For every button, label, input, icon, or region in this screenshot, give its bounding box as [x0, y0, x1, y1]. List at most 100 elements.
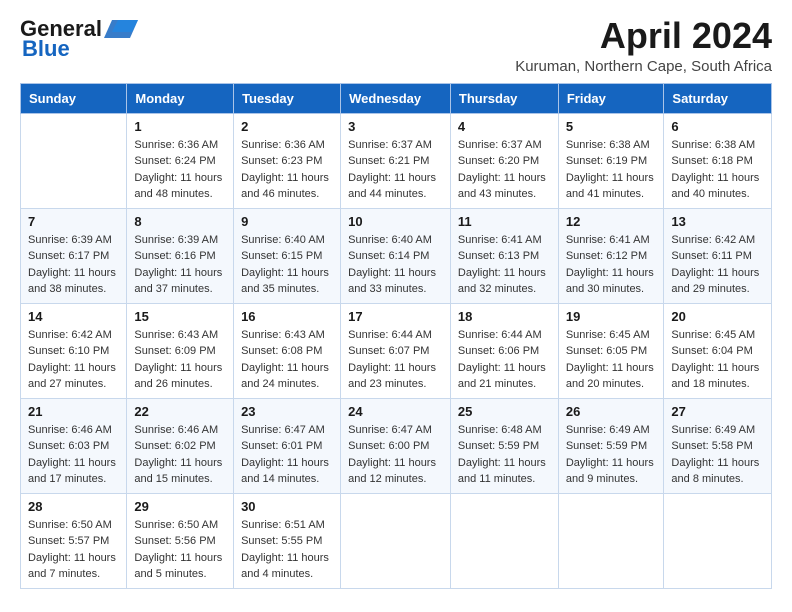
calendar-cell: 28 Sunrise: 6:50 AM Sunset: 5:57 PM Dayl…: [21, 493, 127, 588]
sunset-text: Sunset: 6:18 PM: [671, 155, 752, 167]
calendar-cell: 23 Sunrise: 6:47 AM Sunset: 6:01 PM Dayl…: [234, 398, 341, 493]
sunrise-text: Sunrise: 6:44 AM: [458, 329, 542, 341]
sunrise-text: Sunrise: 6:47 AM: [241, 424, 325, 436]
sunrise-text: Sunrise: 6:39 AM: [28, 234, 112, 246]
day-number: 18: [458, 309, 551, 324]
calendar-cell: [21, 113, 127, 208]
day-info: Sunrise: 6:49 AM Sunset: 5:58 PM Dayligh…: [671, 422, 764, 488]
sunset-text: Sunset: 6:09 PM: [134, 345, 215, 357]
calendar-cell: 7 Sunrise: 6:39 AM Sunset: 6:17 PM Dayli…: [21, 208, 127, 303]
calendar-cell: 6 Sunrise: 6:38 AM Sunset: 6:18 PM Dayli…: [664, 113, 772, 208]
daylight-text: Daylight: 11 hours and 35 minutes.: [241, 267, 329, 296]
sunrise-text: Sunrise: 6:36 AM: [241, 139, 325, 151]
day-info: Sunrise: 6:49 AM Sunset: 5:59 PM Dayligh…: [566, 422, 657, 488]
day-number: 1: [134, 119, 226, 134]
daylight-text: Daylight: 11 hours and 40 minutes.: [671, 172, 759, 201]
calendar-cell: 25 Sunrise: 6:48 AM Sunset: 5:59 PM Dayl…: [450, 398, 558, 493]
daylight-text: Daylight: 11 hours and 48 minutes.: [134, 172, 222, 201]
calendar-cell: 16 Sunrise: 6:43 AM Sunset: 6:08 PM Dayl…: [234, 303, 341, 398]
day-info: Sunrise: 6:46 AM Sunset: 6:02 PM Dayligh…: [134, 422, 226, 488]
day-number: 23: [241, 404, 333, 419]
calendar-cell: 12 Sunrise: 6:41 AM Sunset: 6:12 PM Dayl…: [558, 208, 664, 303]
daylight-text: Daylight: 11 hours and 8 minutes.: [671, 457, 759, 486]
day-info: Sunrise: 6:45 AM Sunset: 6:04 PM Dayligh…: [671, 327, 764, 393]
header-right: April 2024 Kuruman, Northern Cape, South…: [515, 16, 772, 75]
day-info: Sunrise: 6:50 AM Sunset: 5:56 PM Dayligh…: [134, 517, 226, 583]
sunrise-text: Sunrise: 6:51 AM: [241, 519, 325, 531]
sunrise-text: Sunrise: 6:44 AM: [348, 329, 432, 341]
daylight-text: Daylight: 11 hours and 30 minutes.: [566, 267, 654, 296]
daylight-text: Daylight: 11 hours and 41 minutes.: [566, 172, 654, 201]
sunrise-text: Sunrise: 6:50 AM: [134, 519, 218, 531]
sunrise-text: Sunrise: 6:40 AM: [348, 234, 432, 246]
logo-icon: [104, 18, 138, 40]
day-info: Sunrise: 6:47 AM Sunset: 6:01 PM Dayligh…: [241, 422, 333, 488]
day-info: Sunrise: 6:38 AM Sunset: 6:18 PM Dayligh…: [671, 137, 764, 203]
sunrise-text: Sunrise: 6:38 AM: [671, 139, 755, 151]
daylight-text: Daylight: 11 hours and 15 minutes.: [134, 457, 222, 486]
calendar-cell: 13 Sunrise: 6:42 AM Sunset: 6:11 PM Dayl…: [664, 208, 772, 303]
daylight-text: Daylight: 11 hours and 26 minutes.: [134, 362, 222, 391]
calendar-cell: 14 Sunrise: 6:42 AM Sunset: 6:10 PM Dayl…: [21, 303, 127, 398]
calendar-cell: 20 Sunrise: 6:45 AM Sunset: 6:04 PM Dayl…: [664, 303, 772, 398]
calendar-week-row: 21 Sunrise: 6:46 AM Sunset: 6:03 PM Dayl…: [21, 398, 772, 493]
sunrise-text: Sunrise: 6:36 AM: [134, 139, 218, 151]
calendar-cell: 26 Sunrise: 6:49 AM Sunset: 5:59 PM Dayl…: [558, 398, 664, 493]
sunrise-text: Sunrise: 6:43 AM: [134, 329, 218, 341]
sunset-text: Sunset: 6:10 PM: [28, 345, 109, 357]
day-number: 29: [134, 499, 226, 514]
day-info: Sunrise: 6:41 AM Sunset: 6:12 PM Dayligh…: [566, 232, 657, 298]
sunset-text: Sunset: 6:05 PM: [566, 345, 647, 357]
sunrise-text: Sunrise: 6:45 AM: [566, 329, 650, 341]
header: General Blue April 2024 Kuruman, Norther…: [20, 16, 772, 75]
sunset-text: Sunset: 6:23 PM: [241, 155, 322, 167]
day-info: Sunrise: 6:40 AM Sunset: 6:14 PM Dayligh…: [348, 232, 443, 298]
logo-blue: Blue: [22, 36, 70, 62]
sunrise-text: Sunrise: 6:41 AM: [566, 234, 650, 246]
sunrise-text: Sunrise: 6:37 AM: [458, 139, 542, 151]
calendar-cell: [558, 493, 664, 588]
sunset-text: Sunset: 5:59 PM: [566, 440, 647, 452]
sunrise-text: Sunrise: 6:40 AM: [241, 234, 325, 246]
day-number: 20: [671, 309, 764, 324]
day-number: 13: [671, 214, 764, 229]
day-number: 25: [458, 404, 551, 419]
day-number: 12: [566, 214, 657, 229]
daylight-text: Daylight: 11 hours and 14 minutes.: [241, 457, 329, 486]
sunset-text: Sunset: 6:12 PM: [566, 250, 647, 262]
sunrise-text: Sunrise: 6:48 AM: [458, 424, 542, 436]
sunset-text: Sunset: 6:02 PM: [134, 440, 215, 452]
daylight-text: Daylight: 11 hours and 37 minutes.: [134, 267, 222, 296]
sunset-text: Sunset: 6:16 PM: [134, 250, 215, 262]
calendar-week-row: 7 Sunrise: 6:39 AM Sunset: 6:17 PM Dayli…: [21, 208, 772, 303]
day-number: 16: [241, 309, 333, 324]
day-info: Sunrise: 6:36 AM Sunset: 6:24 PM Dayligh…: [134, 137, 226, 203]
daylight-text: Daylight: 11 hours and 5 minutes.: [134, 552, 222, 581]
day-number: 11: [458, 214, 551, 229]
sunrise-text: Sunrise: 6:45 AM: [671, 329, 755, 341]
sunset-text: Sunset: 6:00 PM: [348, 440, 429, 452]
col-header-monday: Monday: [127, 83, 234, 113]
sunset-text: Sunset: 6:14 PM: [348, 250, 429, 262]
calendar-cell: 18 Sunrise: 6:44 AM Sunset: 6:06 PM Dayl…: [450, 303, 558, 398]
calendar-week-row: 14 Sunrise: 6:42 AM Sunset: 6:10 PM Dayl…: [21, 303, 772, 398]
day-info: Sunrise: 6:39 AM Sunset: 6:17 PM Dayligh…: [28, 232, 119, 298]
calendar-cell: 27 Sunrise: 6:49 AM Sunset: 5:58 PM Dayl…: [664, 398, 772, 493]
daylight-text: Daylight: 11 hours and 32 minutes.: [458, 267, 546, 296]
sunset-text: Sunset: 6:08 PM: [241, 345, 322, 357]
daylight-text: Daylight: 11 hours and 4 minutes.: [241, 552, 329, 581]
col-header-friday: Friday: [558, 83, 664, 113]
calendar-cell: 19 Sunrise: 6:45 AM Sunset: 6:05 PM Dayl…: [558, 303, 664, 398]
day-number: 4: [458, 119, 551, 134]
daylight-text: Daylight: 11 hours and 23 minutes.: [348, 362, 436, 391]
daylight-text: Daylight: 11 hours and 43 minutes.: [458, 172, 546, 201]
sunrise-text: Sunrise: 6:38 AM: [566, 139, 650, 151]
day-number: 9: [241, 214, 333, 229]
day-info: Sunrise: 6:43 AM Sunset: 6:09 PM Dayligh…: [134, 327, 226, 393]
day-number: 21: [28, 404, 119, 419]
sunset-text: Sunset: 6:04 PM: [671, 345, 752, 357]
sunset-text: Sunset: 6:24 PM: [134, 155, 215, 167]
sunrise-text: Sunrise: 6:50 AM: [28, 519, 112, 531]
day-number: 22: [134, 404, 226, 419]
day-number: 5: [566, 119, 657, 134]
